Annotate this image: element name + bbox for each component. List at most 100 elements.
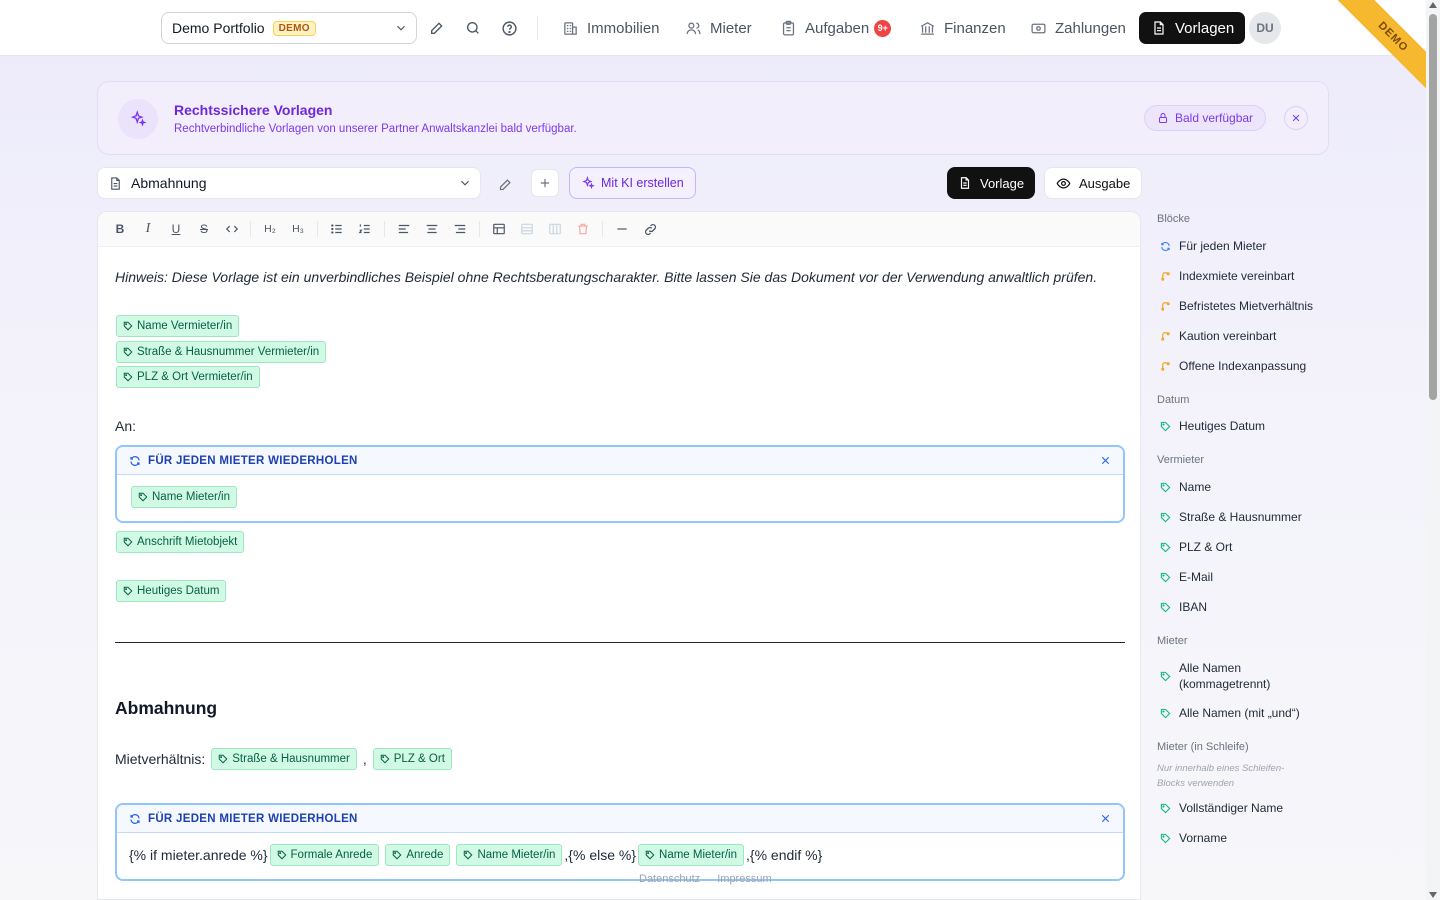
sparkles-icon (582, 176, 595, 190)
endif-expression: ,{% endif %} (746, 847, 823, 863)
heading3-icon[interactable]: H₃ (289, 220, 307, 238)
user-avatar[interactable]: DU (1249, 12, 1281, 44)
view-output-button[interactable]: Ausgabe (1044, 167, 1143, 199)
heading2-icon[interactable]: H₂ (261, 220, 279, 238)
bullet-list-icon[interactable] (328, 220, 346, 238)
loop-block-header: FÜR JEDEN MIETER WIEDERHOLEN (117, 447, 1123, 475)
toolbar-divider (384, 221, 385, 237)
align-center-icon[interactable] (423, 220, 441, 238)
sidebar-placeholder-item[interactable]: PLZ & Ort (1160, 540, 1232, 554)
page-scrollbar[interactable] (1426, 0, 1440, 900)
placeholder-chip[interactable]: Straße & Hausnummer (211, 748, 357, 770)
strikethrough-icon[interactable]: S (195, 220, 213, 238)
placeholder-chip[interactable]: Name Mieter/in (131, 486, 237, 508)
tag-icon (1160, 833, 1171, 843)
edit-portfolio-icon[interactable] (427, 18, 447, 38)
remove-loop-icon[interactable] (1100, 455, 1111, 469)
bold-icon[interactable]: B (111, 220, 129, 238)
sidebar-placeholder-item[interactable]: Name (1160, 480, 1211, 494)
nav-zahlungen[interactable]: Zahlungen (1026, 12, 1130, 44)
coming-soon-label: Bald verfügbar (1175, 111, 1254, 125)
chip-label: Formale Anrede (290, 849, 373, 861)
nav-vorlagen[interactable]: Vorlagen (1139, 12, 1245, 44)
placeholder-chip[interactable]: Anrede (385, 844, 451, 866)
placeholder-chip[interactable]: Heutiges Datum (116, 580, 227, 602)
align-left-icon[interactable] (395, 220, 413, 238)
nav-finanzen[interactable]: Finanzen (915, 12, 1010, 44)
placeholder-chip[interactable]: Anschrift Mietobjekt (116, 531, 245, 553)
create-with-ai-button[interactable]: Mit KI erstellen (569, 167, 696, 199)
close-banner-button[interactable] (1284, 106, 1308, 130)
sidebar-block-item[interactable]: Befristetes Mietverhältnis (1160, 299, 1313, 313)
sidebar-item-label: PLZ & Ort (1179, 540, 1233, 554)
loop-tenant-section-title: Mieter (in Schleife) (1157, 741, 1249, 753)
portfolio-name: Demo Portfolio (172, 20, 265, 36)
view-template-button[interactable]: Vorlage (947, 167, 1036, 199)
tag-icon (464, 850, 473, 860)
sidebar-item-label: Name (1179, 480, 1212, 494)
nav-mieter[interactable]: Mieter (681, 12, 756, 44)
lock-icon (1159, 113, 1167, 123)
sidebar-block-item[interactable]: Für jeden Mieter (1160, 239, 1266, 253)
sidebar-placeholder-item[interactable]: IBAN (1160, 600, 1207, 614)
loop-block[interactable]: FÜR JEDEN MIETER WIEDERHOLEN {% if miete… (115, 803, 1125, 881)
tag-icon (277, 850, 286, 860)
numbered-list-icon[interactable] (356, 220, 374, 238)
nav-mieter-label: Mieter (710, 19, 752, 37)
table-icon[interactable] (490, 220, 508, 238)
help-icon[interactable] (499, 18, 519, 38)
add-template-button[interactable] (531, 169, 559, 197)
placeholder-chip[interactable]: Formale Anrede (269, 844, 380, 866)
sidebar-placeholder-item[interactable]: Alle Namen (kommagetrennt) (1160, 660, 1270, 692)
portfolio-select[interactable]: Demo Portfolio DEMO (161, 12, 417, 44)
placeholder-chip[interactable]: Name Mieter/in (456, 844, 563, 866)
sidebar-placeholder-item[interactable]: Vollständiger Name (1160, 801, 1283, 815)
tasks-count-badge: 9+ (874, 19, 892, 37)
sidebar-placeholder-item[interactable]: E-Mail (1160, 570, 1213, 584)
banner-subtitle: Rechtverbindliche Vorlagen von unserer P… (174, 123, 577, 135)
scroll-up-arrow-icon[interactable] (1429, 2, 1437, 8)
sidebar-placeholder-item[interactable]: Alle Namen (mit „und“) (1160, 706, 1300, 720)
sidebar-placeholder-item[interactable]: Heutiges Datum (1160, 419, 1265, 433)
imprint-link[interactable]: Impressum (717, 873, 771, 885)
document-icon (1154, 21, 1164, 35)
scroll-down-arrow-icon[interactable] (1429, 892, 1437, 898)
rename-template-button[interactable] (493, 172, 517, 196)
sidebar-block-item[interactable]: Offene Indexanpassung (1160, 359, 1306, 373)
placeholder-chip[interactable]: Straße & Hausnummer Vermieter/in (116, 341, 327, 363)
privacy-link[interactable]: Datenschutz (639, 873, 700, 885)
sidebar-item-label: Alle Namen (kommagetrennt) (1179, 661, 1271, 691)
horizontal-rule-icon[interactable] (613, 220, 631, 238)
document-icon (111, 176, 120, 190)
sidebar-placeholder-item[interactable]: Straße & Hausnummer (1160, 510, 1302, 524)
nav-aufgaben[interactable]: Aufgaben 9+ (776, 12, 895, 44)
loop-block-title: FÜR JEDEN MIETER WIEDERHOLEN (148, 812, 358, 825)
align-right-icon[interactable] (451, 220, 469, 238)
create-with-ai-label: Mit KI erstellen (601, 176, 684, 190)
sidebar-item-label: Alle Namen (mit „und“) (1179, 706, 1300, 720)
nav-immobilien[interactable]: Immobilien (558, 12, 664, 44)
placeholder-chip[interactable]: Name Vermieter/in (116, 315, 240, 337)
plus-icon (540, 178, 550, 188)
pencil-icon (499, 178, 511, 190)
scroll-thumb[interactable] (1429, 14, 1437, 400)
italic-icon[interactable]: I (139, 220, 157, 238)
search-icon[interactable] (463, 18, 483, 38)
sidebar-block-item[interactable]: Kaution vereinbart (1160, 329, 1276, 343)
document-heading: Abmahnung (115, 698, 218, 718)
placeholder-chip[interactable]: PLZ & Ort (372, 748, 452, 770)
template-editor[interactable]: B I U S H₂ H₃ Hinweis: Diese Vorlage ist… (97, 211, 1141, 900)
code-icon[interactable] (223, 220, 241, 238)
sidebar-placeholder-item[interactable]: Vorname (1160, 831, 1227, 845)
disclaimer-text: Hinweis: Diese Vorlage ist ein unverbind… (115, 269, 1098, 285)
tag-icon (123, 347, 133, 357)
placeholder-chip[interactable]: Name Mieter/in (638, 844, 744, 866)
template-select[interactable]: Abmahnung (97, 167, 481, 199)
link-icon[interactable] (641, 220, 659, 238)
loop-block[interactable]: FÜR JEDEN MIETER WIEDERHOLEN Name Mieter… (115, 445, 1125, 523)
placeholder-chip[interactable]: PLZ & Ort Vermieter/in (116, 366, 260, 388)
sidebar-block-item[interactable]: Indexmiete vereinbart (1160, 269, 1294, 283)
underline-icon[interactable]: U (167, 220, 185, 238)
tag-icon (1160, 803, 1171, 813)
remove-loop-icon[interactable] (1100, 813, 1111, 827)
